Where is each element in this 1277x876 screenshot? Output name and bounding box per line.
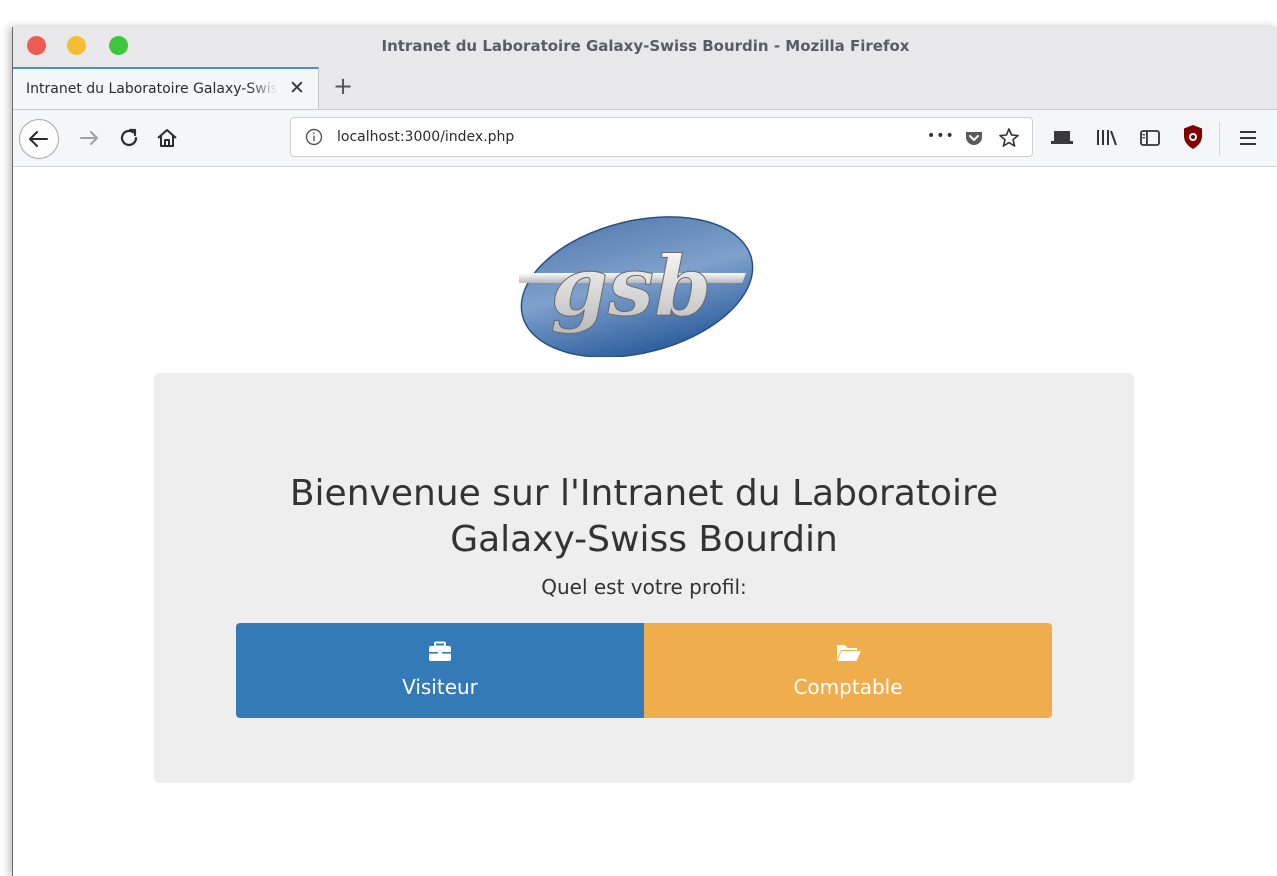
back-button[interactable]	[19, 119, 59, 159]
info-icon[interactable]	[305, 128, 323, 146]
url-bar[interactable]: localhost:3000/index.php •••	[290, 117, 1033, 157]
tab-intranet[interactable]: Intranet du Laboratoire Galaxy-Swiss Bou…	[13, 67, 319, 109]
logo-text: gsb	[551, 239, 712, 335]
new-tab-button[interactable]: +	[330, 73, 356, 99]
hamburger-menu-icon[interactable]	[1235, 125, 1261, 151]
title-bar: Intranet du Laboratoire Galaxy-Swiss Bou…	[13, 27, 1277, 67]
gsb-logo: gsb	[519, 216, 754, 357]
url-text: localhost:3000/index.php	[337, 129, 515, 145]
toolbar-separator	[1219, 122, 1220, 156]
page-actions-icon[interactable]: •••	[927, 128, 955, 144]
briefcase-icon	[429, 641, 451, 661]
synced-tabs-icon[interactable]	[1049, 126, 1075, 150]
forward-arrow-icon[interactable]	[75, 124, 103, 152]
tab-close-icon[interactable]: ✕	[286, 77, 308, 99]
welcome-heading-line1: Bienvenue sur l'Intranet du Laboratoire	[289, 473, 999, 514]
sidebar-icon[interactable]	[1137, 125, 1163, 151]
tab-bar: Intranet du Laboratoire Galaxy-Swiss Bou…	[13, 67, 1277, 110]
welcome-heading-line2: Galaxy-Swiss Bourdin	[450, 519, 838, 560]
visiteur-button[interactable]: Visiteur	[236, 623, 644, 718]
library-icon[interactable]	[1093, 125, 1119, 151]
back-arrow-icon	[29, 131, 48, 147]
visiteur-label: Visiteur	[402, 675, 478, 699]
window-title: Intranet du Laboratoire Galaxy-Swiss Bou…	[381, 37, 910, 55]
nav-toolbar: localhost:3000/index.php •••	[13, 110, 1277, 167]
home-icon[interactable]	[153, 124, 181, 152]
profile-prompt: Quel est votre profil:	[541, 575, 747, 599]
tab-title: Intranet du Laboratoire Galaxy-Swiss Bou…	[26, 81, 278, 97]
page-content: gsb Bienvenue sur l'Intranet du Laborato…	[13, 167, 1277, 876]
pocket-icon[interactable]	[963, 127, 985, 149]
comptable-button[interactable]: Comptable	[644, 623, 1052, 718]
welcome-panel: Bienvenue sur l'Intranet du Laboratoire …	[154, 373, 1134, 783]
reload-icon[interactable]	[115, 124, 143, 152]
ublock-origin-icon[interactable]	[1181, 123, 1205, 151]
browser-window: Intranet du Laboratoire Galaxy-Swiss Bou…	[12, 27, 1277, 876]
folder-open-icon	[837, 645, 861, 661]
comptable-label: Comptable	[793, 675, 903, 699]
bookmark-star-icon[interactable]	[997, 126, 1021, 150]
